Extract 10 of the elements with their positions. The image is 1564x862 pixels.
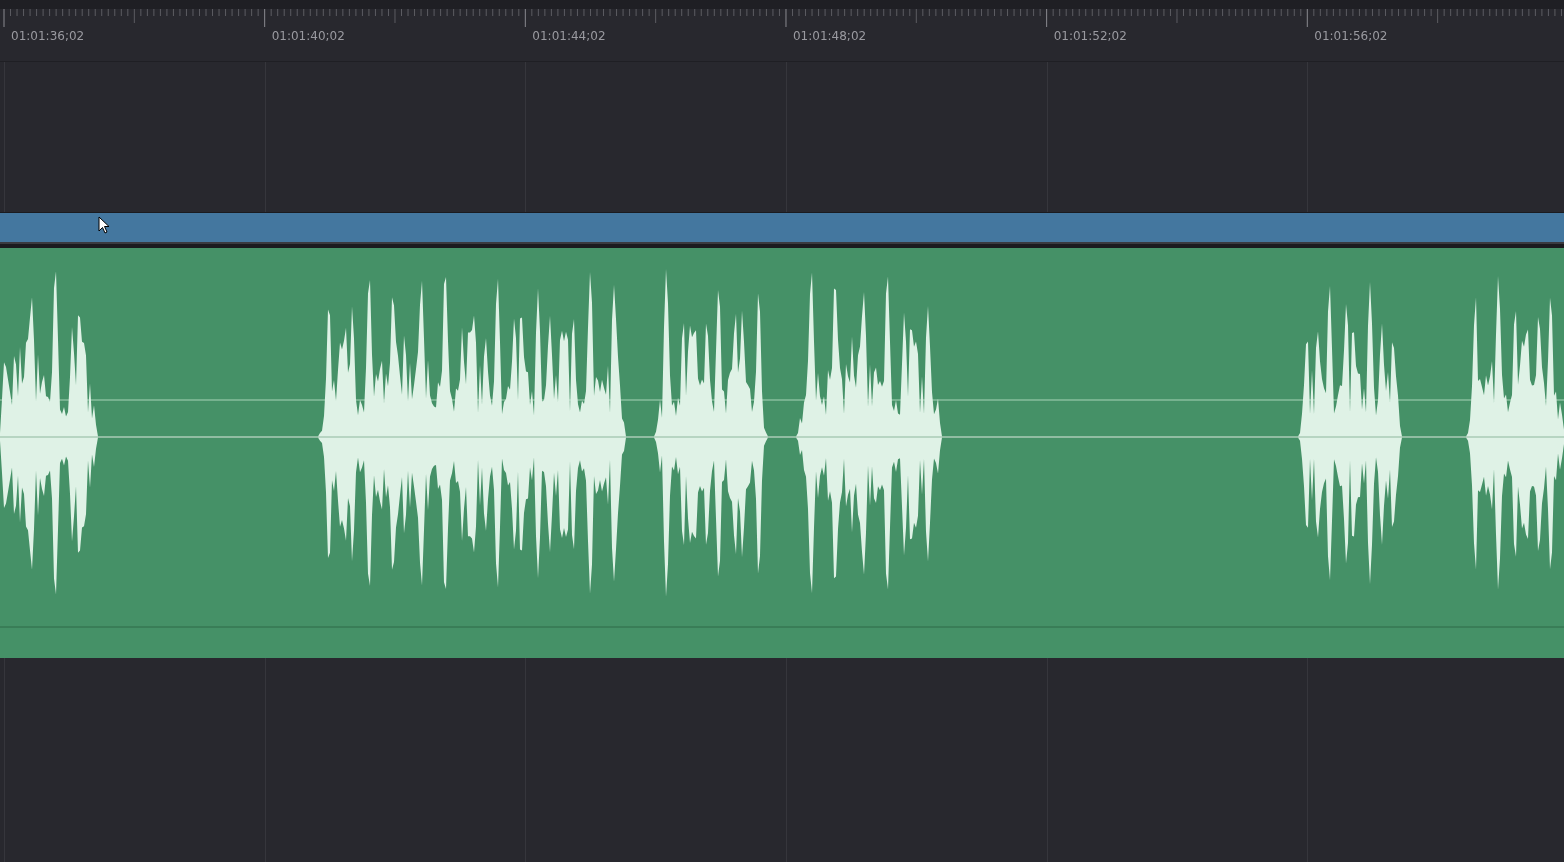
timecode-label: 01:01:48;02	[792, 29, 867, 43]
audio-clip[interactable]	[0, 248, 1564, 658]
timecode-label: 01:01:56;02	[1314, 29, 1388, 43]
timeline-ruler[interactable]: 01:01:36;02 01:01:40;02 01:01:44;02 01:01:48;02 01:01:52;02 01:01:56;02	[0, 0, 1564, 62]
mouse-pointer-icon	[98, 216, 110, 234]
timecode-label: 01:01:52;02	[1053, 29, 1127, 43]
video-clip-bar[interactable]	[0, 212, 1564, 242]
timecode-label: 01:01:40;02	[271, 29, 345, 43]
timecode-label: 01:01:44;02	[532, 29, 606, 43]
timecode-label: 01:01:36;02	[11, 29, 85, 43]
